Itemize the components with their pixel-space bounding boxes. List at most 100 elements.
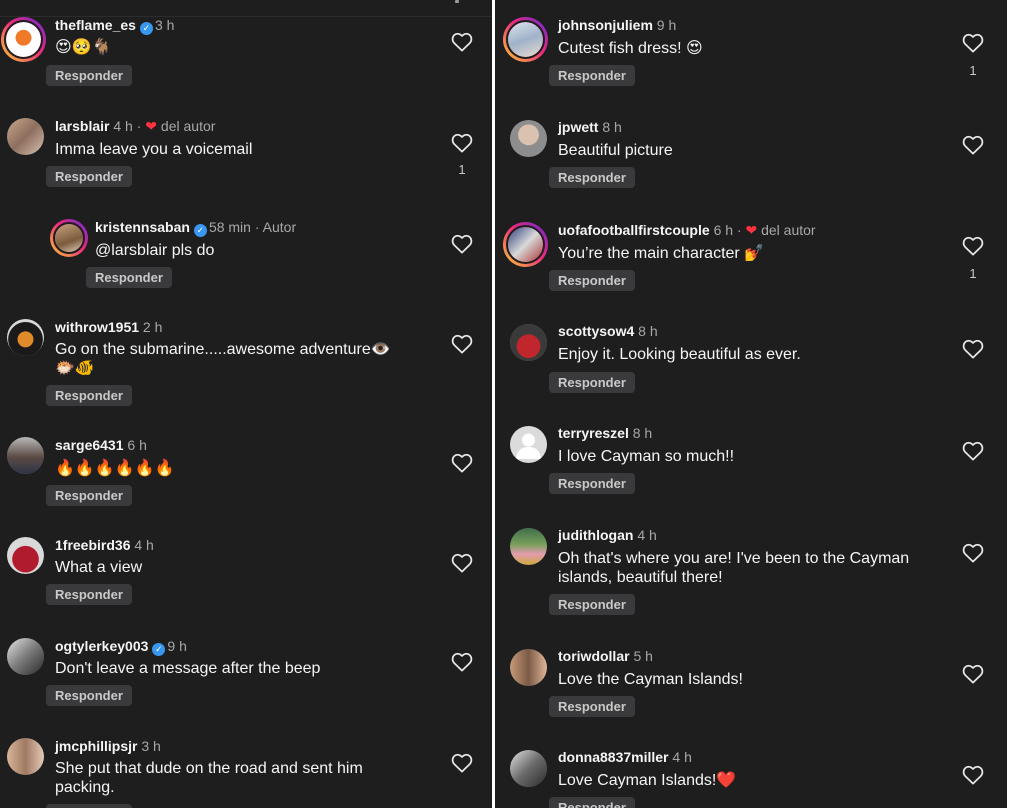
timestamp: 4 h bbox=[672, 749, 692, 765]
avatar[interactable] bbox=[7, 319, 44, 356]
heart-icon[interactable] bbox=[451, 753, 473, 773]
avatar[interactable] bbox=[7, 118, 44, 155]
heart-icon[interactable] bbox=[451, 32, 473, 52]
comments-panel-right: johnsonjuliem 9 h Cutest fish dress! 😍 R… bbox=[495, 0, 1007, 808]
username[interactable]: 1freebird36 bbox=[55, 537, 130, 553]
reply-button[interactable]: Responder bbox=[549, 167, 635, 188]
timestamp: 58 min bbox=[208, 219, 251, 235]
comment-meta: ogtylerkey003 ✓ 9 h bbox=[55, 638, 187, 656]
username[interactable]: jmcphillipsjr bbox=[55, 738, 137, 754]
avatar[interactable] bbox=[50, 219, 88, 257]
avatar[interactable] bbox=[1, 17, 46, 62]
author-label: Autor bbox=[262, 219, 297, 235]
comment-meta: theflame_es ✓ 3 h bbox=[55, 17, 174, 35]
reply-button[interactable]: Responder bbox=[46, 385, 132, 406]
reply-button[interactable]: Responder bbox=[86, 267, 172, 288]
heart-icon[interactable] bbox=[962, 339, 984, 359]
reply-button[interactable]: Responder bbox=[46, 485, 132, 506]
comment-text-line2: packing. bbox=[55, 779, 115, 796]
comment-text: Love Cayman Islands!❤️ bbox=[558, 772, 737, 789]
reply-button[interactable]: Responder bbox=[549, 270, 635, 291]
heart-icon[interactable] bbox=[962, 135, 984, 155]
comment-text: @larsblair pls do bbox=[95, 242, 215, 259]
avatar[interactable] bbox=[510, 750, 547, 787]
timestamp: 8 h bbox=[632, 425, 653, 441]
timestamp: 6 h bbox=[127, 437, 147, 453]
heart-icon[interactable] bbox=[962, 664, 984, 684]
heart-icon[interactable] bbox=[962, 441, 984, 461]
username[interactable]: scottysow4 bbox=[558, 323, 634, 339]
author-liked-heart-icon: ❤ bbox=[145, 118, 158, 134]
heart-icon[interactable] bbox=[962, 33, 984, 53]
reply-button[interactable]: Responder bbox=[549, 797, 635, 808]
default-avatar-icon[interactable] bbox=[510, 426, 547, 463]
heart-icon[interactable] bbox=[962, 543, 984, 563]
heart-icon[interactable] bbox=[962, 765, 984, 785]
comment-meta: toriwdollar 5 h bbox=[558, 648, 653, 665]
timestamp: 2 h bbox=[142, 319, 163, 335]
username[interactable]: withrow1951 bbox=[55, 319, 139, 335]
scroll-indicator bbox=[455, 0, 459, 3]
timestamp: 4 h bbox=[113, 118, 133, 134]
comment-meta: donna8837miller 4 h bbox=[558, 749, 692, 766]
comment-meta: kristennsaban ✓ 58 min · Autor bbox=[95, 219, 297, 237]
comment-text: Go on the submarine.....awesome adventur… bbox=[55, 341, 391, 358]
username[interactable]: terryreszel bbox=[558, 425, 629, 441]
comment-text: Enjoy it. Looking beautiful as ever. bbox=[558, 346, 801, 363]
comment-meta: johnsonjuliem 9 h bbox=[558, 17, 676, 34]
avatar[interactable] bbox=[503, 222, 548, 267]
reply-button[interactable]: Responder bbox=[46, 685, 132, 706]
comment-text-line2: islands, beautiful there! bbox=[558, 569, 723, 586]
username[interactable]: donna8837miller bbox=[558, 749, 669, 765]
comment-text-line2: 🐡🐠 bbox=[55, 360, 95, 377]
comment-meta: uofafootballfirstcouple 6 h · ❤ del auto… bbox=[558, 222, 816, 238]
avatar[interactable] bbox=[7, 638, 44, 675]
username[interactable]: uofafootballfirstcouple bbox=[558, 222, 710, 238]
heart-icon[interactable] bbox=[451, 453, 473, 473]
heart-icon[interactable] bbox=[451, 553, 473, 573]
username[interactable]: toriwdollar bbox=[558, 648, 630, 664]
timestamp: 9 h bbox=[656, 17, 677, 33]
liked-by-author-label: del autor bbox=[761, 222, 816, 238]
username[interactable]: sarge6431 bbox=[55, 437, 124, 453]
timestamp: 8 h bbox=[638, 323, 658, 339]
username[interactable]: theflame_es bbox=[55, 17, 136, 33]
reply-button[interactable]: Responder bbox=[549, 473, 635, 494]
reply-button[interactable]: Responder bbox=[46, 584, 132, 605]
avatar[interactable] bbox=[7, 437, 44, 474]
author-liked-heart-icon: ❤ bbox=[745, 222, 758, 238]
comment-text: Don't leave a message after the beep bbox=[55, 660, 321, 677]
avatar[interactable] bbox=[7, 537, 44, 574]
username[interactable]: kristennsaban bbox=[95, 219, 190, 235]
heart-icon[interactable] bbox=[451, 652, 473, 672]
reply-button[interactable]: Responder bbox=[549, 696, 635, 717]
avatar[interactable] bbox=[510, 324, 547, 361]
verified-badge-icon: ✓ bbox=[193, 224, 207, 237]
liked-by-author-label: del autor bbox=[160, 118, 216, 134]
avatar[interactable] bbox=[510, 649, 547, 686]
avatar[interactable] bbox=[7, 738, 44, 775]
reply-button[interactable]: Responder bbox=[46, 804, 132, 808]
username[interactable]: judithlogan bbox=[558, 527, 633, 543]
reply-button[interactable]: Responder bbox=[549, 594, 635, 615]
heart-icon[interactable] bbox=[451, 334, 473, 354]
avatar[interactable] bbox=[510, 528, 547, 565]
comment-meta: jmcphillipsjr 3 h bbox=[55, 738, 161, 755]
comment-text: She put that dude on the road and sent h… bbox=[55, 760, 363, 777]
heart-icon[interactable] bbox=[451, 133, 473, 153]
timestamp: 5 h bbox=[633, 648, 653, 664]
reply-button[interactable]: Responder bbox=[549, 372, 635, 393]
heart-icon[interactable] bbox=[451, 234, 473, 254]
username[interactable]: jpwett bbox=[558, 119, 598, 135]
heart-icon[interactable] bbox=[962, 236, 984, 256]
verified-badge-icon: ✓ bbox=[139, 22, 153, 35]
reply-button[interactable]: Responder bbox=[46, 166, 132, 187]
avatar[interactable] bbox=[503, 17, 548, 62]
reply-button[interactable]: Responder bbox=[549, 65, 635, 86]
username[interactable]: ogtylerkey003 bbox=[55, 638, 148, 654]
username[interactable]: larsblair bbox=[55, 118, 109, 134]
avatar[interactable] bbox=[510, 120, 547, 157]
username[interactable]: johnsonjuliem bbox=[558, 17, 653, 33]
comment-meta: scottysow4 8 h bbox=[558, 323, 658, 340]
reply-button[interactable]: Responder bbox=[46, 65, 132, 86]
